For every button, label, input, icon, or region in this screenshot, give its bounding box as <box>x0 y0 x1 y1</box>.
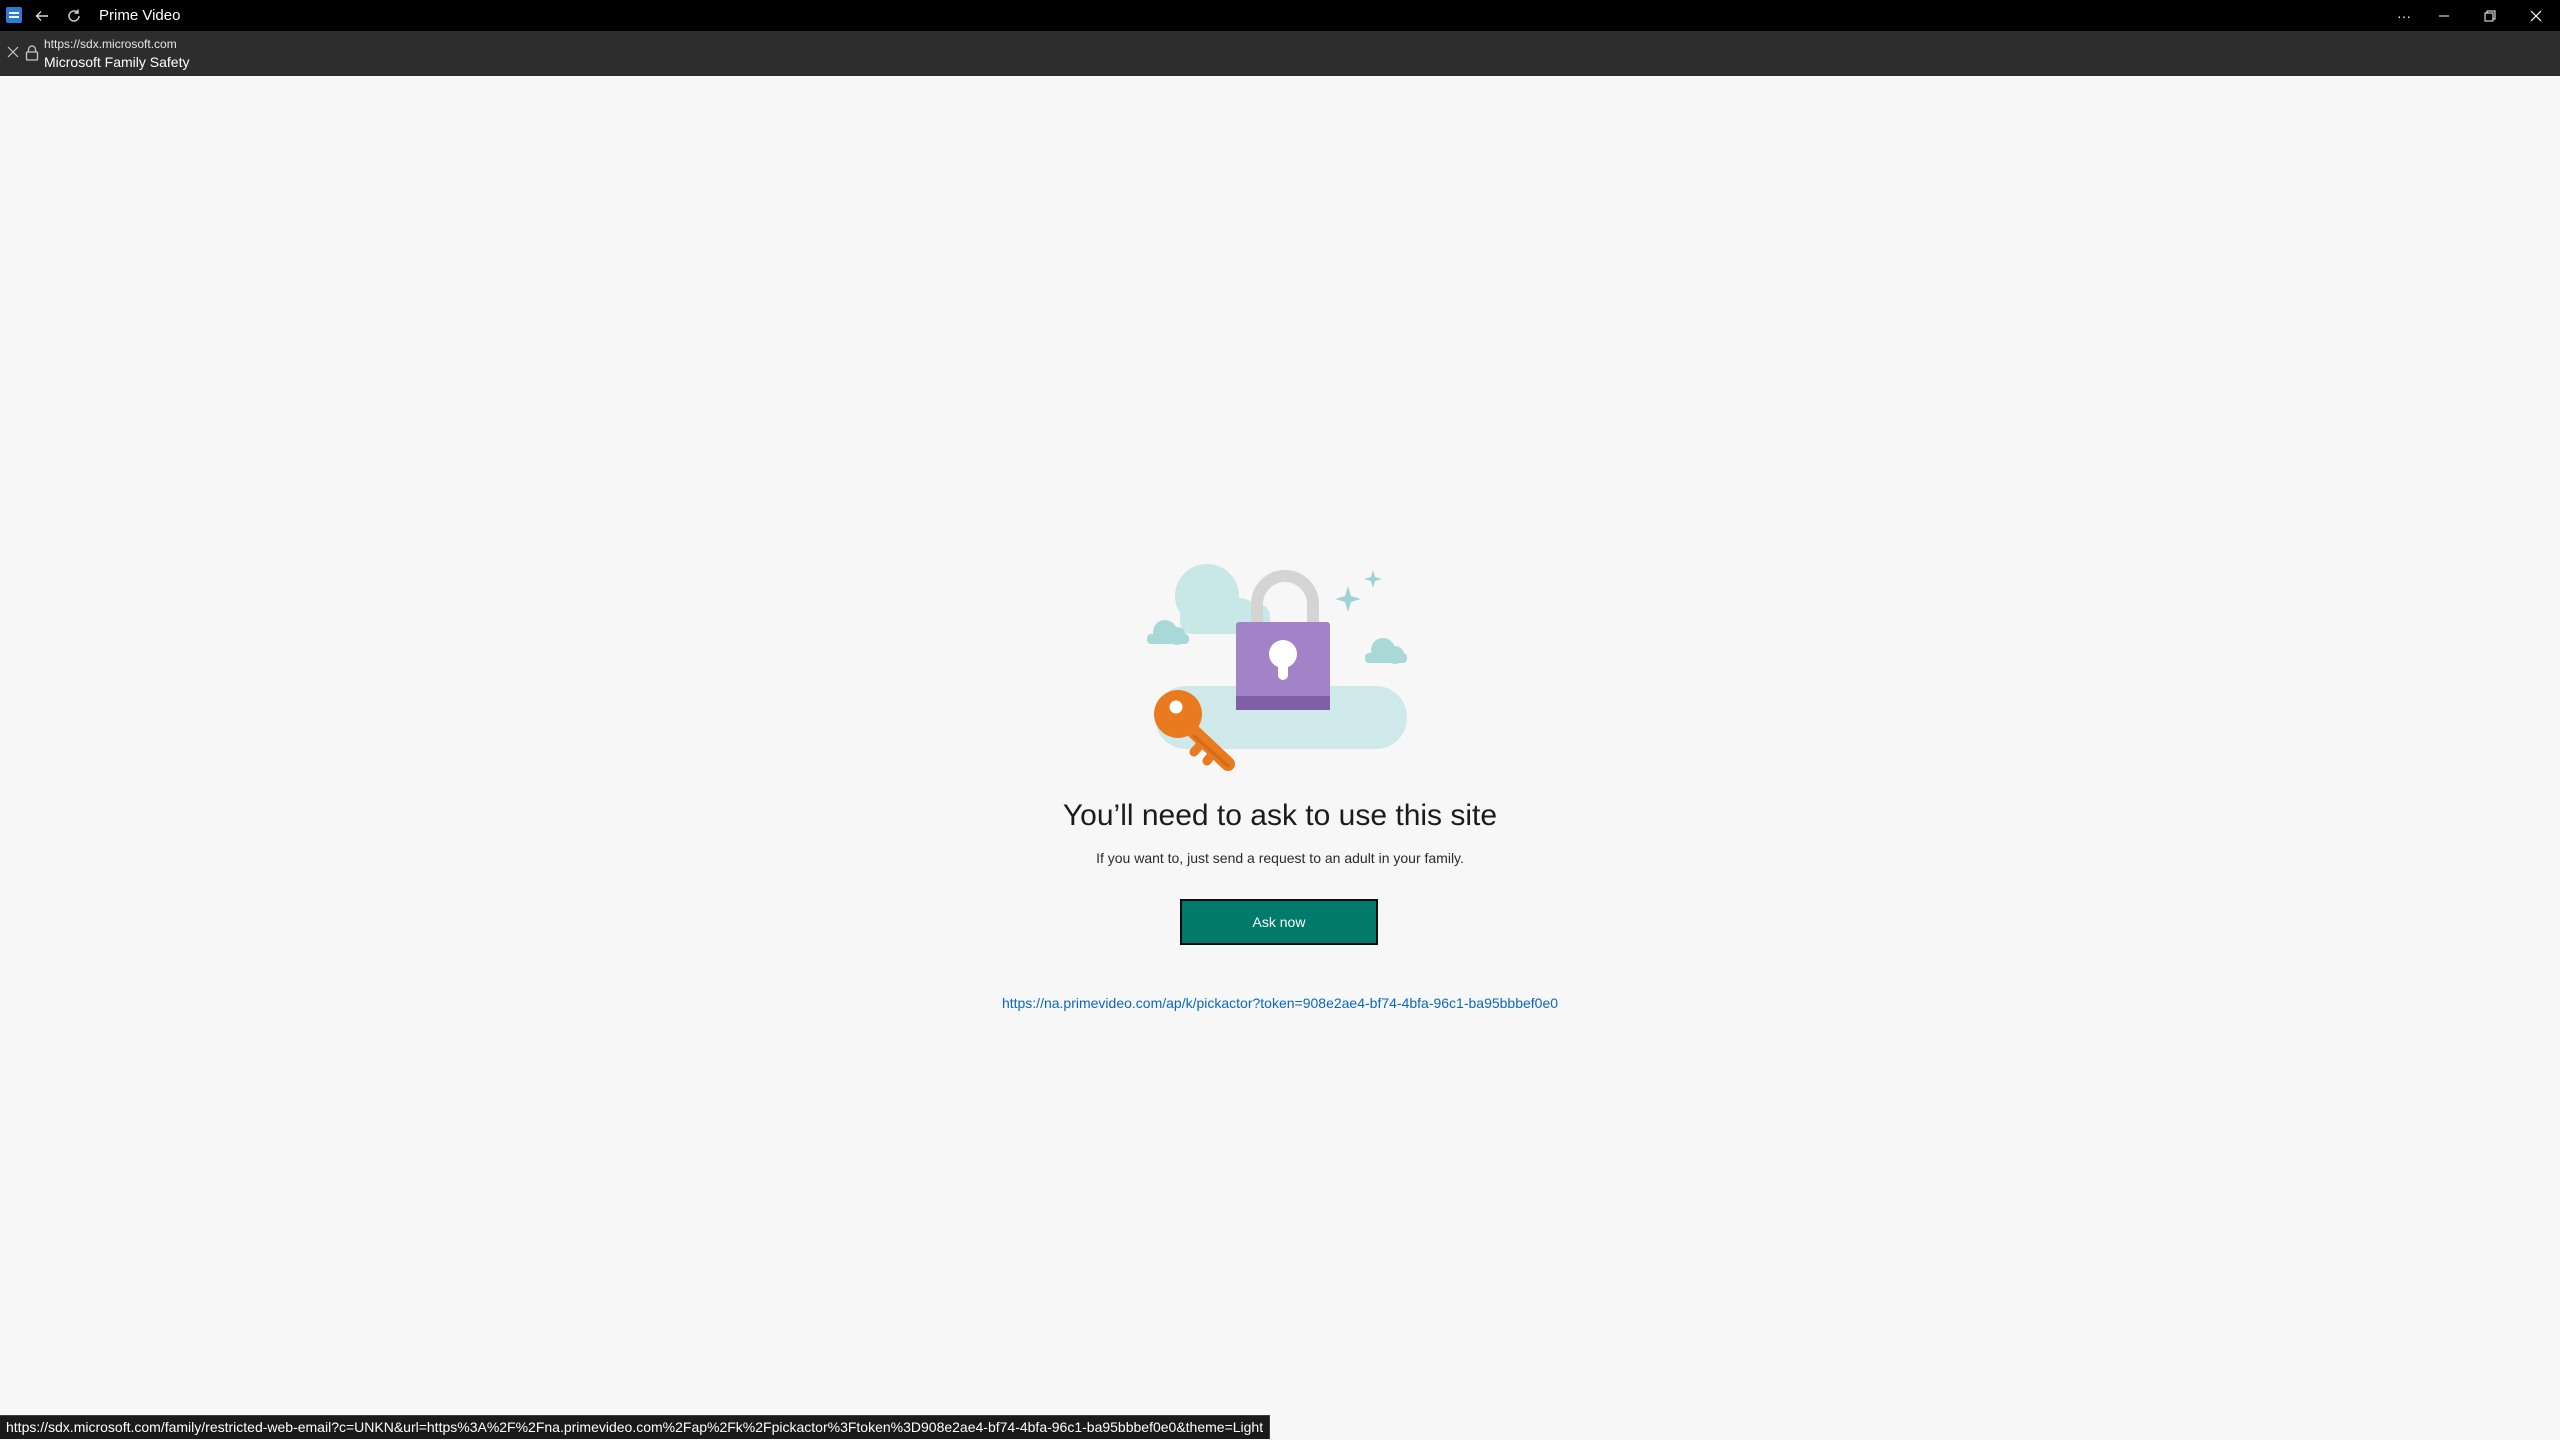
site-title: Microsoft Family Safety <box>44 54 190 70</box>
browser-app-icon <box>6 7 22 23</box>
main-content: You’ll need to ask to use this site If y… <box>0 76 2560 1418</box>
blocked-site-link[interactable]: https://na.primevideo.com/ap/k/pickactor… <box>0 995 2560 1011</box>
sparkle-icon <box>1364 570 1382 588</box>
close-icon <box>7 46 19 58</box>
minimize-button[interactable] <box>2421 0 2467 31</box>
ask-now-button[interactable]: Ask now <box>1180 899 1378 945</box>
close-button[interactable] <box>2513 0 2559 31</box>
dismiss-button[interactable] <box>4 44 22 62</box>
restore-icon <box>2484 10 2496 21</box>
title-bar: Prime Video ··· <box>0 0 2560 31</box>
site-url: https://sdx.microsoft.com <box>44 37 177 51</box>
lock-icon <box>25 45 39 61</box>
status-bar-url: https://sdx.microsoft.com/family/restric… <box>0 1415 1271 1439</box>
refresh-button[interactable] <box>62 4 86 27</box>
page-description: If you want to, just send a request to a… <box>1096 850 1464 866</box>
refresh-icon <box>68 9 80 22</box>
more-options-icon: ··· <box>2397 7 2411 24</box>
minimize-icon <box>2439 15 2449 16</box>
sparkle-icon <box>1335 586 1361 612</box>
back-button[interactable] <box>30 4 54 27</box>
window-title: Prime Video <box>99 7 181 24</box>
padlock-icon <box>1236 570 1330 710</box>
address-bar: https://sdx.microsoft.com Microsoft Fami… <box>0 31 2560 76</box>
close-icon <box>2530 10 2542 21</box>
cloud-icon <box>1365 638 1407 664</box>
padlock-and-key-illustration <box>1147 564 1407 771</box>
restore-button[interactable] <box>2467 0 2513 31</box>
back-arrow-icon <box>35 10 48 21</box>
page-heading: You’ll need to ask to use this site <box>1062 799 1498 832</box>
